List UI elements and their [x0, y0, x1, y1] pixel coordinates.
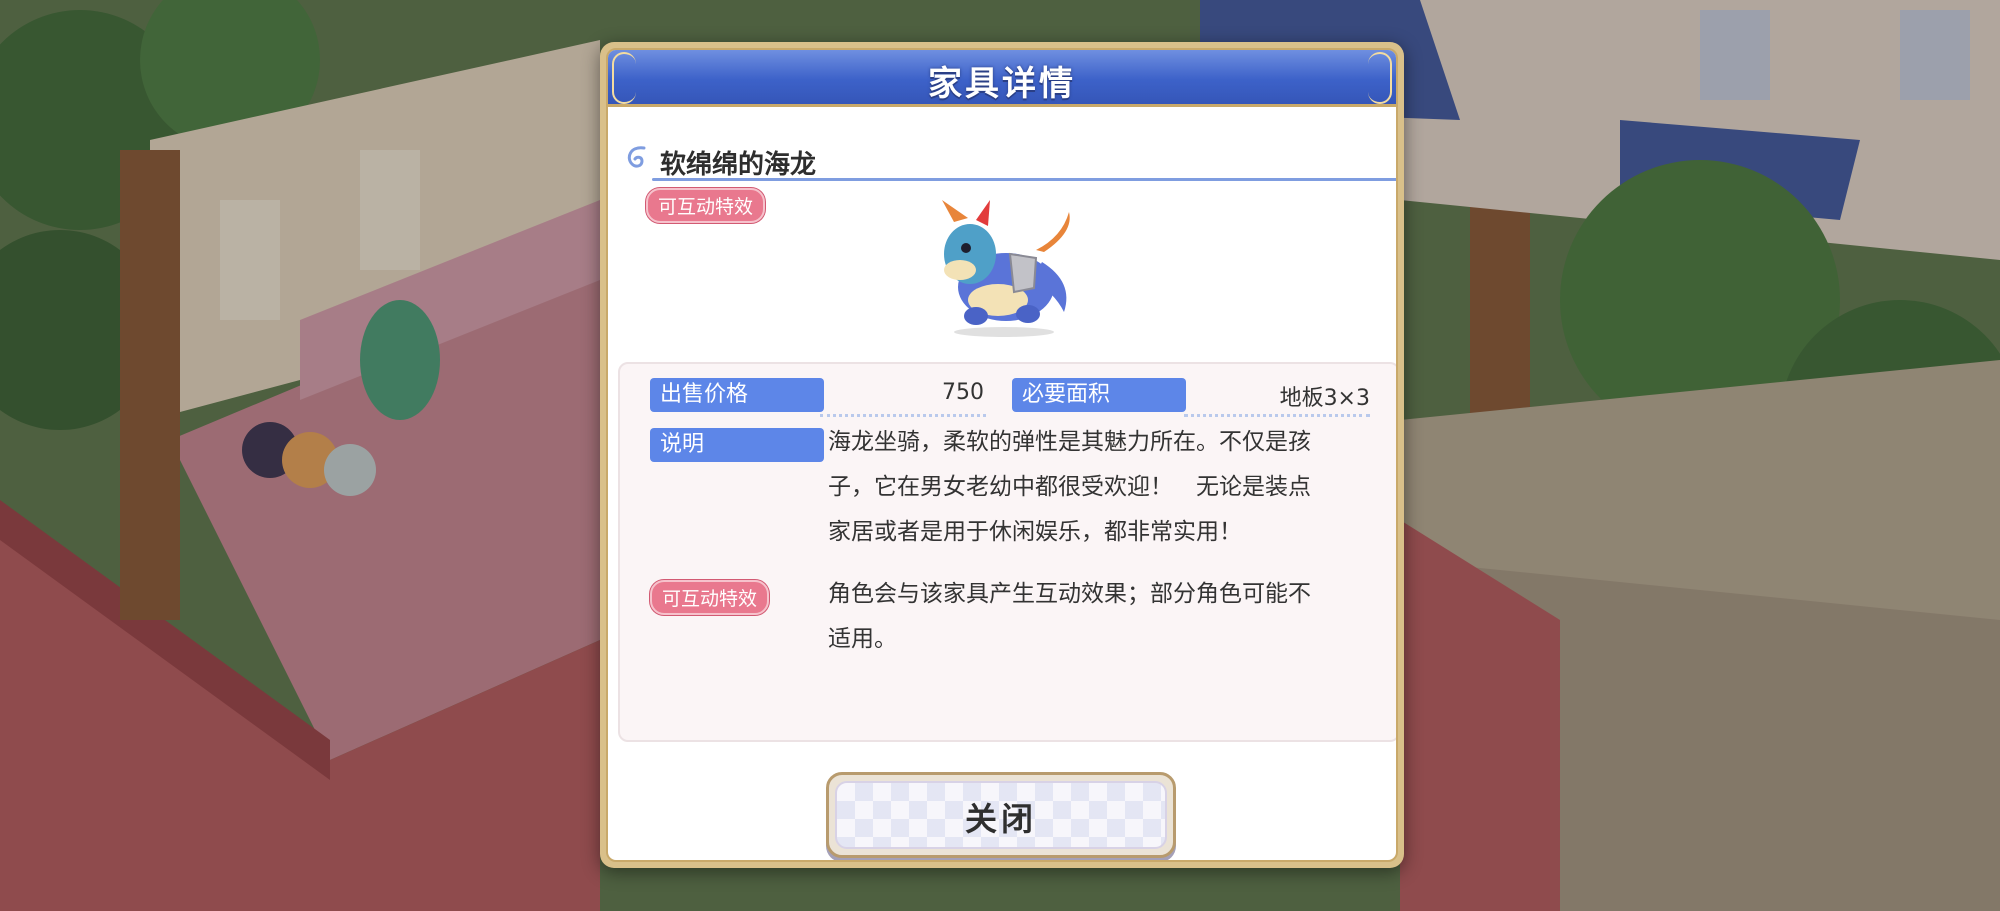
- price-divider: [820, 414, 986, 417]
- area-value: 地板3×3: [1279, 386, 1370, 411]
- interactive-effect-label: 可互动特效: [650, 580, 770, 615]
- item-name-row: 软绵绵的海龙: [622, 138, 1396, 186]
- furniture-detail-dialog: 家具详情 软绵绵的海龙 可互动特效 出售价格 750 必要面积 地板3×3 说明…: [600, 42, 1404, 868]
- description-line: 家居或者是用于休闲娱乐，都非常实用！: [828, 519, 1242, 545]
- name-underline: [652, 178, 1396, 181]
- interactive-effect-text: 角色会与该家具产生互动效果；部分角色可能不 适用。: [828, 572, 1378, 662]
- sea-dragon-plush-icon: [942, 200, 1070, 337]
- curl-ornament-icon: [627, 146, 646, 168]
- close-button[interactable]: 关闭: [826, 772, 1176, 858]
- description-text: 海龙坐骑，柔软的弹性是其魅力所在。不仅是孩 子，它在男女老幼中都很受欢迎！ 无论…: [828, 420, 1378, 555]
- description-label: 说明: [650, 428, 824, 462]
- price-label: 出售价格: [650, 378, 824, 412]
- item-name: 软绵绵的海龙: [660, 150, 817, 180]
- area-divider: [1184, 414, 1370, 417]
- description-line: 子，它在男女老幼中都很受欢迎！ 无论是装点: [828, 474, 1311, 500]
- price-value: 750: [942, 380, 984, 405]
- dialog-body: 家具详情 软绵绵的海龙 可互动特效 出售价格 750 必要面积 地板3×3 说明…: [606, 48, 1398, 862]
- description-line: 海龙坐骑，柔软的弹性是其魅力所在。不仅是孩: [828, 429, 1311, 455]
- dialog-header: 家具详情: [608, 50, 1396, 107]
- dialog-title: 家具详情: [928, 64, 1076, 104]
- effect-line: 适用。: [828, 626, 897, 652]
- effect-line: 角色会与该家具产生互动效果；部分角色可能不: [828, 581, 1311, 607]
- interactive-effect-badge: 可互动特效: [646, 188, 766, 223]
- close-button-label: 关闭: [964, 800, 1037, 838]
- info-panel: 出售价格 750 必要面积 地板3×3 说明 海龙坐骑，柔软的弹性是其魅力所在。…: [618, 362, 1396, 742]
- area-label: 必要面积: [1012, 378, 1186, 412]
